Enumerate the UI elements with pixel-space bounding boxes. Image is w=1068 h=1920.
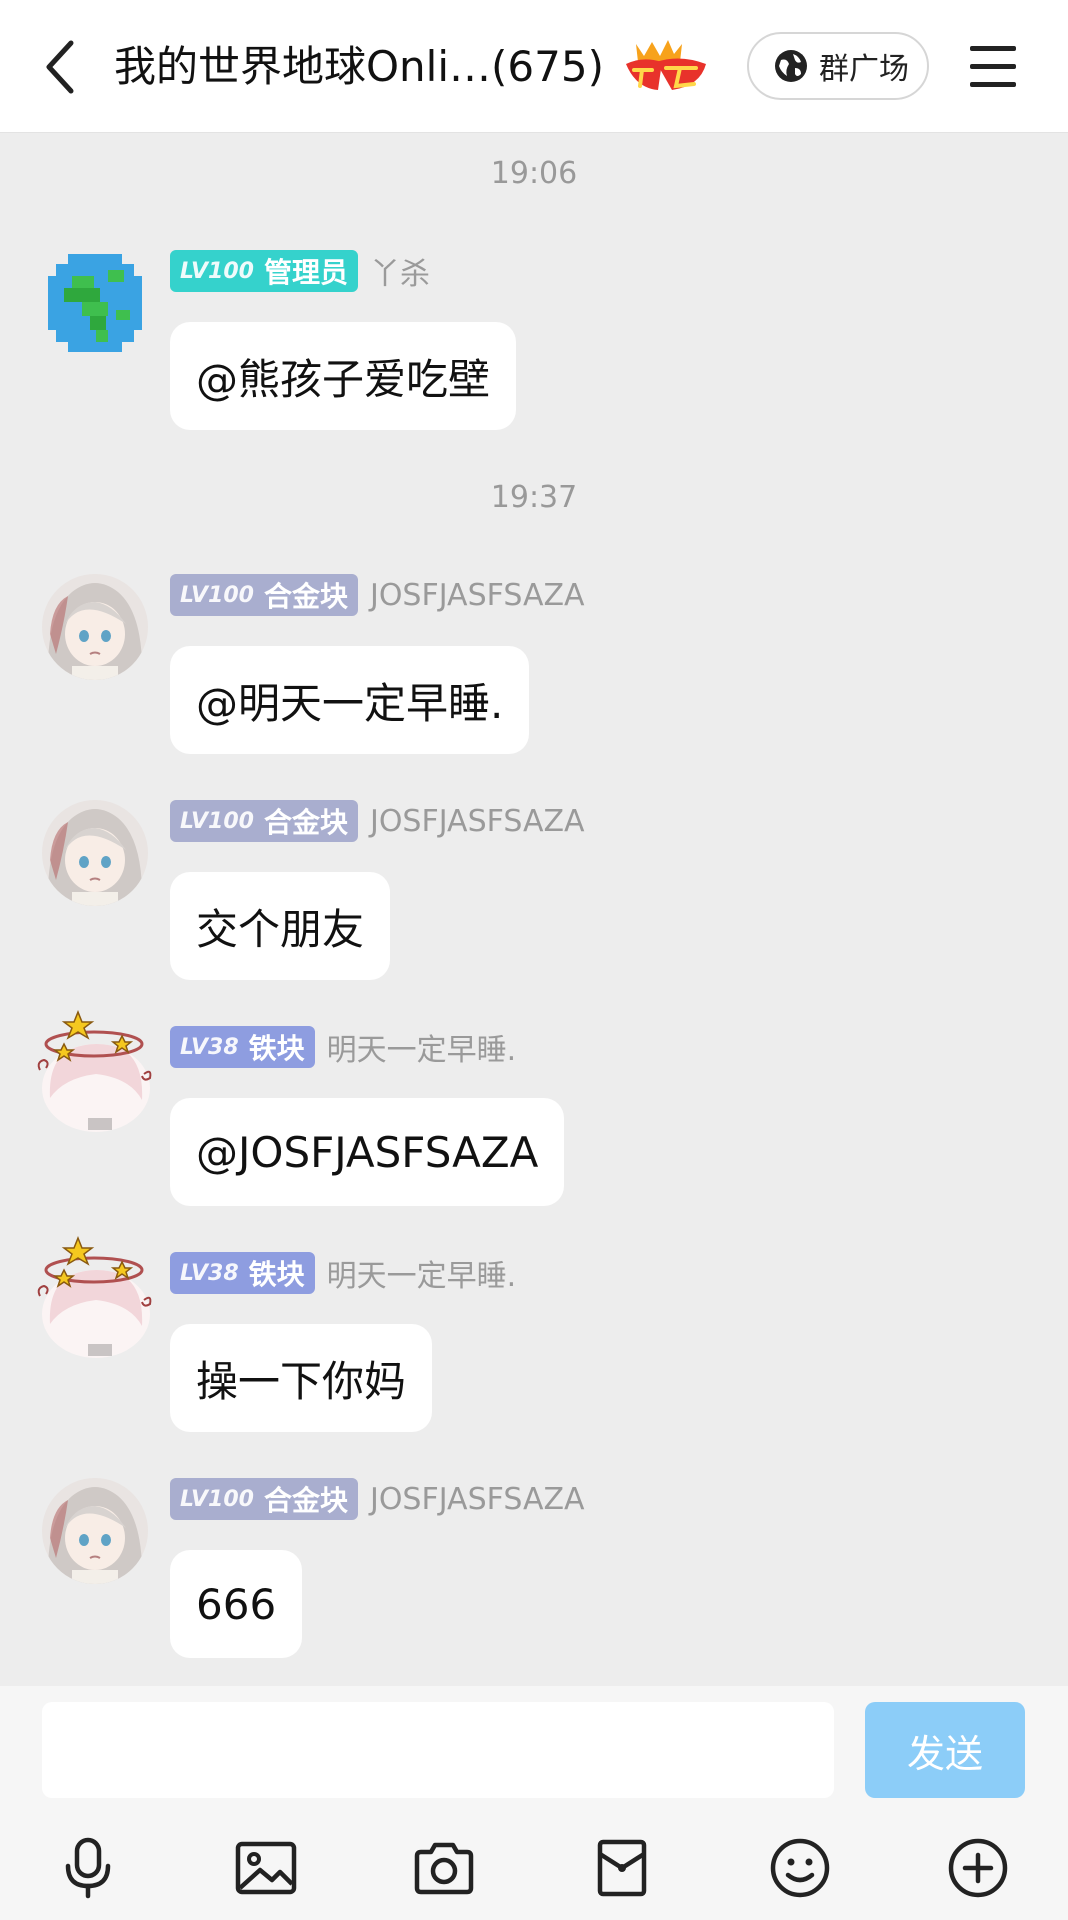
sender-name[interactable]: 明天一定早睡.	[327, 1025, 517, 1069]
microphone-icon	[65, 1837, 111, 1899]
level-text: LV38	[180, 1260, 239, 1286]
avatar[interactable]	[42, 574, 148, 680]
avatar[interactable]	[34, 1234, 158, 1358]
level-text: LV100	[180, 808, 254, 834]
message-timestamp: 19:06	[490, 156, 578, 191]
avatar[interactable]	[42, 250, 148, 356]
sender-name[interactable]: JOSFJASFSAZA	[370, 804, 585, 839]
chat-header: 我的世界地球Onli…(675) 群广场	[0, 0, 1068, 133]
level-badge: LV100 合金块	[170, 800, 358, 842]
level-text: LV38	[180, 1034, 239, 1060]
more-button[interactable]	[942, 1832, 1014, 1904]
image-icon	[235, 1841, 297, 1895]
globe-icon	[775, 50, 807, 82]
message-bubble[interactable]: 交个朋友	[170, 872, 391, 980]
level-text: LV100	[180, 258, 254, 284]
red-packet-icon	[597, 1839, 647, 1897]
send-button[interactable]: 发送	[865, 1702, 1025, 1798]
role-text: 管理员	[263, 256, 348, 289]
sender-name[interactable]: JOSFJASFSAZA	[370, 1482, 585, 1517]
group-title[interactable]: 我的世界地球Onli…(675)	[114, 38, 604, 96]
sender-row: LV100 管理员 丫杀	[170, 250, 430, 292]
role-text: 铁块	[248, 1032, 305, 1065]
menu-icon[interactable]	[966, 42, 1022, 92]
level-badge: LV38 铁块	[170, 1252, 315, 1294]
sender-row: LV100 合金块 JOSFJASFSAZA	[170, 800, 585, 842]
level-badge: LV100 合金块	[170, 1478, 358, 1520]
message-bubble[interactable]: @明天一定早睡.	[170, 646, 530, 754]
camera-icon	[414, 1842, 474, 1895]
voice-button[interactable]	[52, 1832, 124, 1904]
sender-row: LV100 合金块 JOSFJASFSAZA	[170, 574, 585, 616]
level-badge: LV100 管理员	[170, 250, 358, 292]
role-text: 合金块	[263, 1484, 348, 1517]
group-plaza-label: 群广场	[819, 52, 909, 87]
emoji-button[interactable]	[764, 1832, 836, 1904]
sender-name[interactable]: 明天一定早睡.	[327, 1251, 517, 1295]
message-bubble[interactable]: 操一下你妈	[170, 1324, 433, 1432]
message-input-bar: 发送	[0, 1686, 1068, 1814]
camera-button[interactable]	[408, 1832, 480, 1904]
avatar[interactable]	[42, 1478, 148, 1584]
back-button[interactable]	[30, 32, 90, 102]
red-packet-button[interactable]	[586, 1832, 658, 1904]
message-bubble[interactable]: 666	[170, 1550, 303, 1658]
sender-row: LV100 合金块 JOSFJASFSAZA	[170, 1478, 585, 1520]
avatar[interactable]	[34, 1008, 158, 1132]
sender-row: LV38 铁块 明天一定早睡.	[170, 1252, 516, 1294]
role-text: 合金块	[263, 580, 348, 613]
emoji-icon	[770, 1838, 830, 1898]
message-timestamp: 19:37	[490, 480, 578, 515]
role-text: 铁块	[248, 1258, 305, 1291]
message-input[interactable]	[42, 1702, 834, 1798]
sender-name[interactable]: JOSFJASFSAZA	[370, 578, 585, 613]
level-badge: LV38 铁块	[170, 1026, 315, 1068]
group-plaza-button[interactable]: 群广场	[747, 32, 929, 100]
message-bubble[interactable]: @熊孩子爱吃壁	[170, 322, 517, 430]
input-toolbar	[0, 1814, 1068, 1920]
level-badge: LV100 合金块	[170, 574, 358, 616]
king-badge-icon	[626, 40, 706, 90]
level-text: LV100	[180, 1486, 254, 1512]
back-arrow-icon	[46, 40, 74, 94]
role-text: 合金块	[263, 806, 348, 839]
message-bubble[interactable]: @JOSFJASFSAZA	[170, 1098, 565, 1206]
level-text: LV100	[180, 582, 254, 608]
plus-icon	[948, 1838, 1008, 1898]
sender-name[interactable]: 丫杀	[370, 249, 430, 293]
chat-app: 我的世界地球Onli…(675) 群广场 19:06 LV100 管理员 丫杀 …	[0, 0, 1068, 1920]
image-button[interactable]	[230, 1832, 302, 1904]
avatar[interactable]	[42, 800, 148, 906]
sender-row: LV38 铁块 明天一定早睡.	[170, 1026, 516, 1068]
